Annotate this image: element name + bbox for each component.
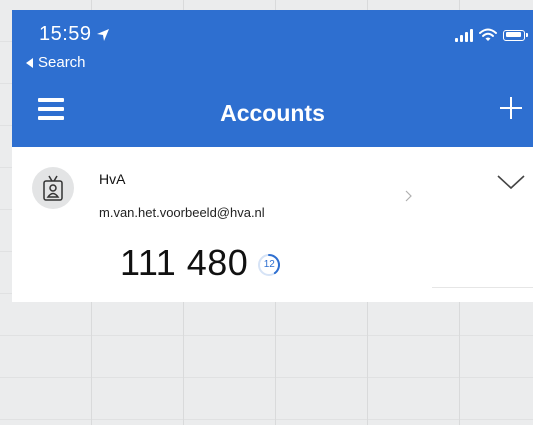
chevron-down-icon[interactable] (496, 173, 526, 191)
back-label: Search (38, 54, 86, 71)
screen: 15:59 Search Accounts HvA m.van.het.voor… (0, 0, 533, 425)
account-email: m.van.het.voorbeeld@hva.nl (99, 205, 265, 220)
signal-icon (455, 28, 473, 42)
back-caret-icon (26, 57, 33, 68)
account-avatar (32, 167, 74, 209)
status-time-text: 15:59 (39, 23, 92, 45)
page-title: Accounts (220, 100, 325, 126)
battery-icon (503, 29, 528, 41)
plus-icon[interactable] (499, 96, 523, 120)
chevron-right-icon[interactable] (404, 190, 414, 202)
id-badge-icon (43, 175, 63, 201)
header: 15:59 Search Accounts (12, 10, 533, 147)
otp-row: 111 480 12 (120, 242, 282, 284)
countdown-timer: 12 (256, 252, 282, 278)
account-name: HvA (99, 171, 126, 187)
divider (432, 287, 533, 288)
status-icons (455, 28, 528, 42)
location-arrow-icon (96, 28, 109, 41)
countdown-seconds: 12 (263, 259, 275, 270)
account-card[interactable]: HvA m.van.het.voorbeeld@hva.nl 111 480 1… (12, 147, 533, 302)
otp-code[interactable]: 111 480 (120, 242, 248, 284)
wifi-icon (479, 28, 497, 41)
back-to-search-link[interactable]: Search (26, 54, 86, 71)
phone-screen: 15:59 Search Accounts HvA m.van.het.voor… (12, 10, 533, 302)
status-time: 15:59 (39, 23, 110, 46)
